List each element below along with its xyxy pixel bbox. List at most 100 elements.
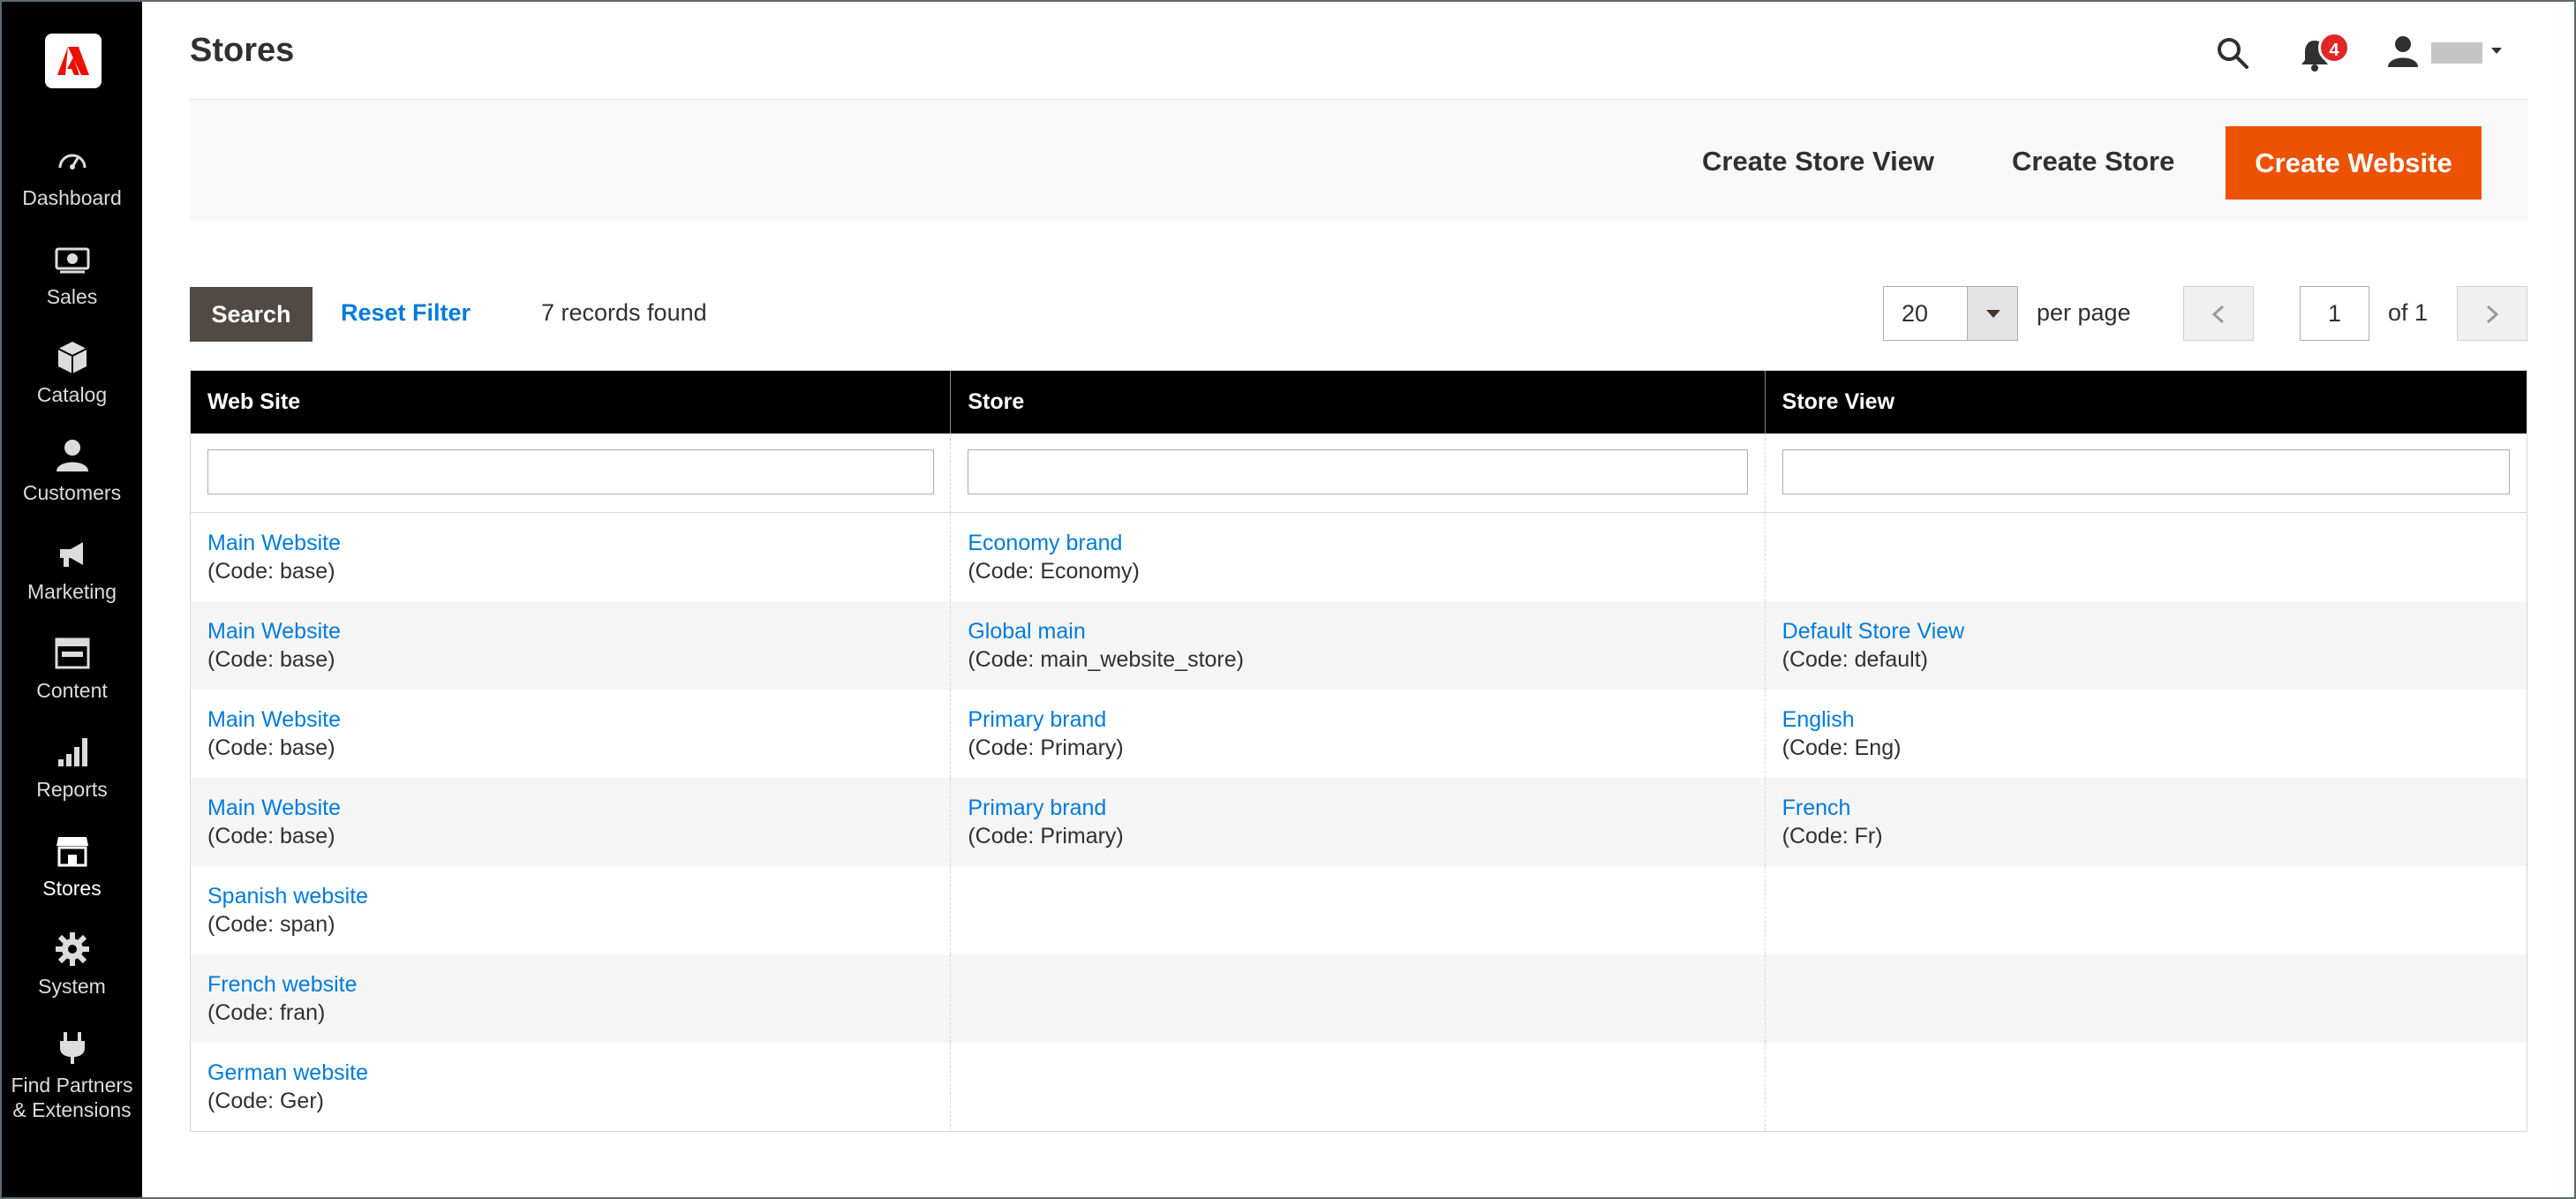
dashboard-icon <box>58 154 86 170</box>
store-cell <box>951 1043 1766 1131</box>
per-page-select[interactable]: 20 <box>1883 286 2018 341</box>
website-link[interactable]: Spanish website <box>207 882 950 910</box>
website-code: (Code: Ger) <box>207 1089 324 1113</box>
store-view-cell <box>1766 513 2527 601</box>
table-row: Main Website (Code: base) Primary brand (C… <box>191 778 2527 866</box>
sidebar-item-system[interactable]: System <box>2 930 142 999</box>
reports-icon <box>57 738 87 766</box>
website-link[interactable]: Main Website <box>207 705 950 734</box>
website-cell: Main Website (Code: base) <box>191 690 952 778</box>
chevron-down-icon[interactable] <box>2489 46 2504 57</box>
website-cell: Main Website (Code: base) <box>191 778 952 866</box>
store-link[interactable]: Primary brand <box>968 705 1764 734</box>
store-view-cell <box>1766 866 2527 954</box>
store-view-code: (Code: default) <box>1781 647 1929 672</box>
website-cell: Main Website (Code: base) <box>191 513 952 601</box>
website-code: (Code: base) <box>207 824 335 848</box>
store-cell: Primary brand (Code: Primary) <box>951 690 1766 778</box>
content-icon <box>55 637 89 669</box>
notification-badge: 4 <box>2318 32 2350 64</box>
customers-icon <box>56 440 88 471</box>
sales-icon <box>55 247 89 274</box>
store-link[interactable]: Global main <box>968 617 1764 645</box>
website-code: (Code: base) <box>207 559 335 584</box>
store-view-cell: English (Code: Eng) <box>1766 690 2527 778</box>
per-page-dropdown-icon[interactable] <box>1967 287 2017 340</box>
store-view-cell: French (Code: Fr) <box>1766 778 2527 866</box>
website-cell: Spanish website (Code: span) <box>191 866 952 954</box>
sidebar-item-catalog[interactable]: Catalog <box>2 338 142 407</box>
previous-page-button[interactable] <box>2183 286 2254 341</box>
store-code: (Code: Primary) <box>968 735 1124 760</box>
plug-icon <box>59 1032 85 1064</box>
website-link[interactable]: Main Website <box>207 617 950 645</box>
store-view-link[interactable]: English <box>1782 705 2527 734</box>
create-store-button[interactable]: Create Store <box>2012 126 2174 197</box>
sidebar-item-reports[interactable]: Reports <box>2 733 142 802</box>
store-view-cell: Default Store View (Code: default) <box>1766 601 2527 690</box>
store-link[interactable]: Primary brand <box>968 794 1764 822</box>
store-code: (Code: Economy) <box>968 559 1140 584</box>
website-filter-input[interactable] <box>207 449 934 494</box>
create-store-view-button[interactable]: Create Store View <box>1702 126 1934 197</box>
sidebar-item-sales[interactable]: Sales <box>2 240 142 309</box>
sidebar-item-partners[interactable]: Find Partners & Extensions <box>2 1029 142 1122</box>
sidebar-item-content[interactable]: Content <box>2 634 142 703</box>
chevron-right-icon <box>2486 305 2499 324</box>
page-title: Stores <box>190 32 295 69</box>
website-link[interactable]: Main Website <box>207 529 950 557</box>
website-cell: German website (Code: Ger) <box>191 1043 952 1131</box>
page-actions-bar: Create Store View Create Store Create We… <box>190 99 2527 221</box>
sidebar-item-stores[interactable]: Stores <box>2 832 142 901</box>
user-icon[interactable] <box>2385 34 2421 69</box>
user-name-redacted[interactable] <box>2431 42 2482 64</box>
store-view-cell <box>1766 954 2527 1043</box>
search-icon[interactable] <box>2215 35 2250 71</box>
chevron-left-icon <box>2211 305 2225 324</box>
sidebar-item-label: Stores <box>42 877 102 900</box>
store-filter-input[interactable] <box>968 449 1749 494</box>
store-view-filter-input[interactable] <box>1781 449 2510 494</box>
page-number-input[interactable]: 1 <box>2300 286 2369 341</box>
page-total: of 1 <box>2388 299 2429 326</box>
website-code: (Code: span) <box>207 912 335 937</box>
filter-row <box>191 434 2527 513</box>
reset-filter-link[interactable]: Reset Filter <box>341 299 471 327</box>
website-cell: Main Website (Code: base) <box>191 601 952 690</box>
website-link[interactable]: German website <box>207 1059 950 1087</box>
create-website-button[interactable]: Create Website <box>2226 126 2482 200</box>
sidebar-item-marketing[interactable]: Marketing <box>2 535 142 604</box>
stores-grid: Web Site Store Store View Main Website (C… <box>190 370 2527 1132</box>
website-code: (Code: fran) <box>207 1000 326 1025</box>
sidebar-item-customers[interactable]: Customers <box>2 436 142 505</box>
sidebar-item-label: Customers <box>22 481 122 504</box>
sidebar-item-dashboard[interactable]: Dashboard <box>2 141 142 210</box>
sidebar-item-label: Find Partners <box>11 1074 133 1097</box>
store-link[interactable]: Economy brand <box>968 529 1764 557</box>
store-code: (Code: Primary) <box>968 824 1124 848</box>
column-header-store[interactable]: Store <box>951 371 1766 434</box>
website-code: (Code: base) <box>207 647 335 672</box>
sidebar-item-label: Sales <box>46 285 98 308</box>
catalog-icon <box>57 342 87 373</box>
search-button[interactable]: Search <box>190 287 313 342</box>
store-cell: Economy brand (Code: Economy) <box>951 513 1766 601</box>
store-cell: Global main (Code: main_website_store) <box>951 601 1766 690</box>
adobe-logo[interactable] <box>45 34 102 88</box>
website-cell: French website (Code: fran) <box>191 954 952 1043</box>
sidebar-item-label: Catalog <box>36 383 108 406</box>
per-page-label: per page <box>2037 299 2131 326</box>
next-page-button[interactable] <box>2457 286 2527 341</box>
filter-cell <box>1766 434 2527 512</box>
sidebar-item-label: Marketing <box>27 580 117 603</box>
store-cell <box>951 954 1766 1043</box>
website-link[interactable]: French website <box>207 970 950 999</box>
sidebar-item-label-2: & Extensions <box>12 1098 132 1121</box>
website-link[interactable]: Main Website <box>207 794 950 822</box>
column-header-store-view[interactable]: Store View <box>1766 371 2527 434</box>
store-view-link[interactable]: Default Store View <box>1782 617 2527 645</box>
column-header-website[interactable]: Web Site <box>191 371 952 434</box>
sidebar-item-label: Reports <box>36 778 108 801</box>
store-view-link[interactable]: French <box>1782 794 2527 822</box>
per-page-value: 20 <box>1902 300 1929 327</box>
